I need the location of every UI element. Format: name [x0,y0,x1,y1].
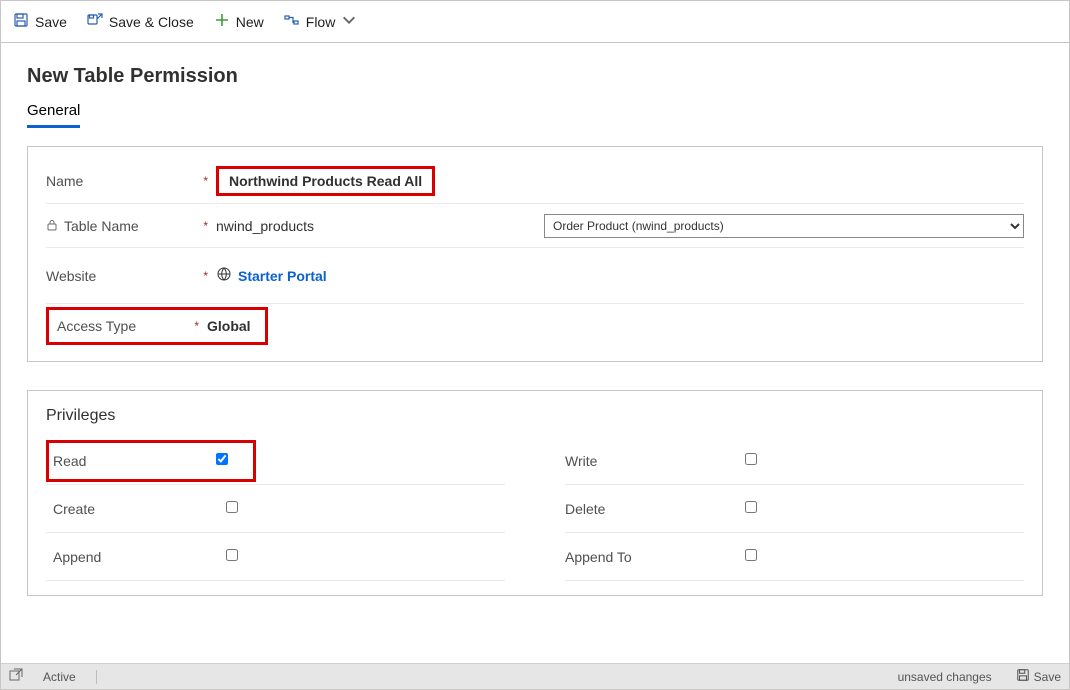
read-label: Read [53,453,216,469]
plus-icon [214,12,230,31]
priv-row-read: Read [46,437,505,485]
table-value-cell[interactable]: nwind_products [216,218,534,234]
save-icon [1016,668,1030,685]
save-close-button[interactable]: Save & Close [87,12,194,31]
access-label: Access Type [57,318,136,334]
section-general: Name * Northwind Products Read All [27,146,1043,362]
flow-icon [284,12,300,31]
access-highlight: Access Type * Global [46,307,268,345]
delete-checkbox[interactable] [745,501,757,513]
priv-row-appendto: Append To [565,533,1024,581]
save-icon [13,12,29,31]
privileges-title: Privileges [46,407,1024,425]
delete-label: Delete [565,501,745,517]
field-row-name: Name * Northwind Products Read All [46,159,1024,203]
tab-strip: General [27,102,1043,128]
priv-row-create: Create [46,485,505,533]
table-select[interactable]: Order Product (nwind_products) [544,214,1024,238]
website-value[interactable]: Starter Portal [238,268,327,284]
table-value: nwind_products [216,218,314,234]
form-scroll[interactable]: New Table Permission General Name * [1,43,1069,663]
app-frame: Save Save & Close New Flow New Ta [0,0,1070,690]
append-label: Append [46,549,226,565]
field-row-access: Access Type * Global [46,303,1024,347]
write-checkbox[interactable] [745,453,757,465]
lock-icon [46,218,58,234]
tab-general[interactable]: General [27,102,80,128]
flow-button[interactable]: Flow [284,12,358,31]
create-label: Create [46,501,226,517]
save-label: Save [35,14,67,30]
save-button[interactable]: Save [13,12,67,31]
new-button[interactable]: New [214,12,264,31]
append-checkbox[interactable] [226,549,238,561]
table-label: Table Name [64,218,139,234]
status-active[interactable]: Active [43,670,76,684]
required-star: * [203,174,216,188]
priv-row-delete: Delete [565,485,1024,533]
name-value-cell[interactable]: Northwind Products Read All [216,166,534,196]
status-divider [96,670,97,684]
field-row-table: Table Name * nwind_products Order Produc… [46,203,1024,247]
name-label: Name [46,173,83,189]
tab-general-label: General [27,102,80,119]
status-bar: Active unsaved changes Save [1,663,1069,689]
write-label: Write [565,453,745,469]
access-value-cell[interactable]: Global [207,318,257,334]
required-star: * [203,269,216,283]
read-highlight: Read [46,440,256,482]
required-star: * [194,319,207,333]
status-save-label: Save [1034,670,1061,684]
appendto-label: Append To [565,549,745,565]
name-value: Northwind Products Read All [229,173,422,189]
name-highlight: Northwind Products Read All [216,166,435,196]
appendto-checkbox[interactable] [745,549,757,561]
save-close-icon [87,12,103,31]
status-save-button[interactable]: Save [1016,668,1061,685]
new-label: New [236,14,264,30]
globe-icon [216,266,232,285]
page-title: New Table Permission [27,65,1043,88]
save-close-label: Save & Close [109,14,194,30]
website-label: Website [46,268,96,284]
priv-row-write: Write [565,437,1024,485]
section-privileges: Privileges Read Create [27,390,1043,596]
create-checkbox[interactable] [226,501,238,513]
command-bar: Save Save & Close New Flow [1,1,1069,43]
popout-icon[interactable] [9,668,23,685]
priv-row-append: Append [46,533,505,581]
field-row-website: Website * Starter Portal [46,247,1024,303]
status-unsaved: unsaved changes [898,670,992,684]
read-checkbox[interactable] [216,453,228,465]
body-wrap: New Table Permission General Name * [1,43,1069,663]
access-value: Global [207,318,251,334]
website-value-cell[interactable]: Starter Portal [216,266,534,285]
chevron-down-icon [341,12,357,31]
required-star: * [203,219,216,233]
flow-label: Flow [306,14,336,30]
